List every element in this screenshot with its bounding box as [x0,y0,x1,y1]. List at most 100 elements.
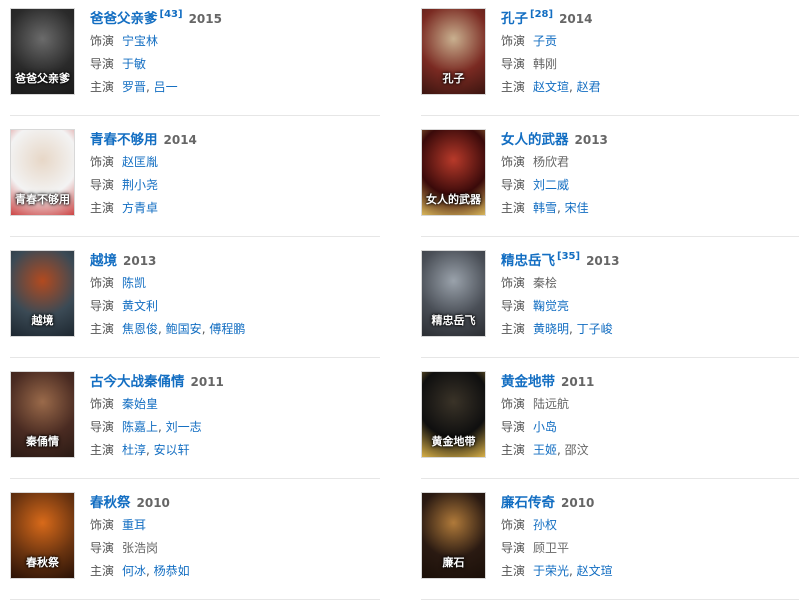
cast-member-link[interactable]: 韩雪 [533,201,557,215]
director-link[interactable]: 刘二威 [533,178,569,192]
director-label: 导演 [90,299,115,313]
cast-member-link[interactable]: 鲍国安 [166,322,202,336]
director-row: 导演 鞠觉亮 [501,295,799,318]
reference-link[interactable]: [28] [530,9,553,20]
row-divider [10,478,380,479]
row-divider [10,236,380,237]
film-title-link[interactable]: 廉石传奇 [501,495,555,511]
cast-label: 主演 [501,201,526,215]
film-poster[interactable]: 黄金地带 [421,371,486,458]
cast-member-link[interactable]: 赵文瑄 [577,564,613,578]
film-title-row: 女人的武器 2013 [501,129,799,151]
film-title-link[interactable]: 越境 [90,253,117,269]
role-label: 饰演 [501,155,526,169]
filmography-grid: 爸爸父亲爹 爸爸父亲爹 [43] 2015 饰演 宁宝林 导演 于敏 主演 罗晋, 吕一 孔子 孔子[… [0,0,799,604]
cast-member-link: 邵汶 [564,443,589,457]
role-name: 秦桧 [533,276,558,290]
film-title-link[interactable]: 孔子 [501,11,528,27]
cast-member-link[interactable]: 罗晋 [122,80,146,94]
role-name[interactable]: 孙权 [533,518,557,532]
separator: , [557,443,565,457]
director-label: 导演 [501,299,526,313]
cast-member-link[interactable]: 赵文瑄 [533,80,569,94]
cast-label: 主演 [90,443,115,457]
film-year: 2010 [561,496,595,510]
film-poster[interactable]: 青春不够用 [10,129,75,216]
director-link[interactable]: 陈嘉上 [122,420,158,434]
director-link[interactable]: 荆小尧 [122,178,158,192]
cast-member-link[interactable]: 安以轩 [154,443,190,457]
cast-row: 主演 韩雪, 宋佳 [501,197,799,220]
role-name[interactable]: 秦始皇 [122,397,158,411]
cast-member-link[interactable]: 方青卓 [122,201,158,215]
film-poster[interactable]: 孔子 [421,8,486,95]
poster-title-text: 精忠岳飞 [431,314,476,327]
reference-link[interactable]: [43] [160,9,183,20]
reference-link[interactable]: [35] [557,251,580,262]
director-link[interactable]: 刘一志 [166,420,202,434]
cast-member-link[interactable]: 杜淳 [122,443,146,457]
role-label: 饰演 [90,397,115,411]
cast-label: 主演 [90,80,115,94]
role-name[interactable]: 子贡 [533,34,557,48]
role-name: 杨欣君 [533,155,570,169]
film-title-link[interactable]: 青春不够用 [90,132,158,148]
film-title-link[interactable]: 春秋祭 [90,495,131,511]
cast-member-link[interactable]: 杨恭如 [154,564,190,578]
film-card: 爸爸父亲爹 爸爸父亲爹 [43] 2015 饰演 宁宝林 导演 于敏 主演 罗晋, 吕一 [10,0,399,120]
film-year: 2013 [586,254,620,268]
film-poster[interactable]: 秦俑情 [10,371,75,458]
cast-member-link[interactable]: 丁子峻 [577,322,613,336]
cast-member-link[interactable]: 宋佳 [565,201,589,215]
director-link[interactable]: 黄文利 [122,299,158,313]
role-name[interactable]: 宁宝林 [122,34,158,48]
cast-row: 主演 罗晋, 吕一 [90,76,399,99]
separator: , [569,80,577,94]
row-divider [10,599,380,600]
film-info: 廉石传奇 2010 饰演 孙权 导演 顾卫平 主演 于荣光, 赵文瑄 [501,492,799,583]
cast-row: 主演 黄晓明, 丁子峻 [501,318,799,341]
director-link[interactable]: 于敏 [122,57,146,71]
film-poster[interactable]: 廉石 [421,492,486,579]
film-title-link[interactable]: 爸爸父亲爹 [90,11,158,27]
film-title-row: 春秋祭 2010 [90,492,399,514]
role-name[interactable]: 陈凯 [122,276,146,290]
director-link[interactable]: 小岛 [533,420,557,434]
poster-title-text: 廉石 [442,556,465,569]
director-link[interactable]: 鞠觉亮 [533,299,569,313]
film-year: 2014 [163,133,197,147]
cast-member-link[interactable]: 吕一 [154,80,178,94]
film-poster[interactable]: 爸爸父亲爹 [10,8,75,95]
film-info: 黄金地带 2011 饰演 陆远航 导演 小岛 主演 王姬, 邵汶 [501,371,799,462]
film-card: 春秋祭 春秋祭 2010 饰演 重耳 导演 张浩岗 主演 何冰, 杨恭如 [10,484,399,604]
separator: , [146,564,154,578]
film-poster[interactable]: 精忠岳飞 [421,250,486,337]
cast-member-link[interactable]: 焦恩俊 [122,322,158,336]
cast-member-link[interactable]: 何冰 [122,564,146,578]
film-poster[interactable]: 女人的武器 [421,129,486,216]
cast-member-link[interactable]: 傅程鹏 [209,322,245,336]
row-divider [10,115,380,116]
row-divider [421,599,799,600]
role-name[interactable]: 重耳 [122,518,146,532]
film-poster[interactable]: 越境 [10,250,75,337]
director-row: 导演 于敏 [90,53,399,76]
cast-member-link[interactable]: 黄晓明 [533,322,569,336]
film-info: 精忠岳飞 [35] 2013 饰演 秦桧 导演 鞠觉亮 主演 黄晓明, 丁子峻 [501,250,799,341]
film-poster[interactable]: 春秋祭 [10,492,75,579]
film-title-row: 越境 2013 [90,250,399,272]
film-title-link[interactable]: 黄金地带 [501,374,555,390]
separator: , [158,322,166,336]
film-year: 2011 [190,375,224,389]
role-name[interactable]: 赵匡胤 [122,155,158,169]
separator: , [569,564,577,578]
director-row: 导演 刘二威 [501,174,799,197]
role-row: 饰演 子贡 [501,30,799,53]
cast-member-link[interactable]: 王姬 [533,443,557,457]
cast-member-link[interactable]: 赵君 [577,80,601,94]
film-title-link[interactable]: 古今大战秦俑情 [90,374,185,390]
film-title-link[interactable]: 精忠岳飞 [501,253,555,269]
cast-member-link[interactable]: 于荣光 [533,564,569,578]
film-title-link[interactable]: 女人的武器 [501,132,569,148]
film-card: 女人的武器 女人的武器 2013 饰演 杨欣君导演 刘二威 主演 韩雪, 宋佳 [421,121,799,241]
